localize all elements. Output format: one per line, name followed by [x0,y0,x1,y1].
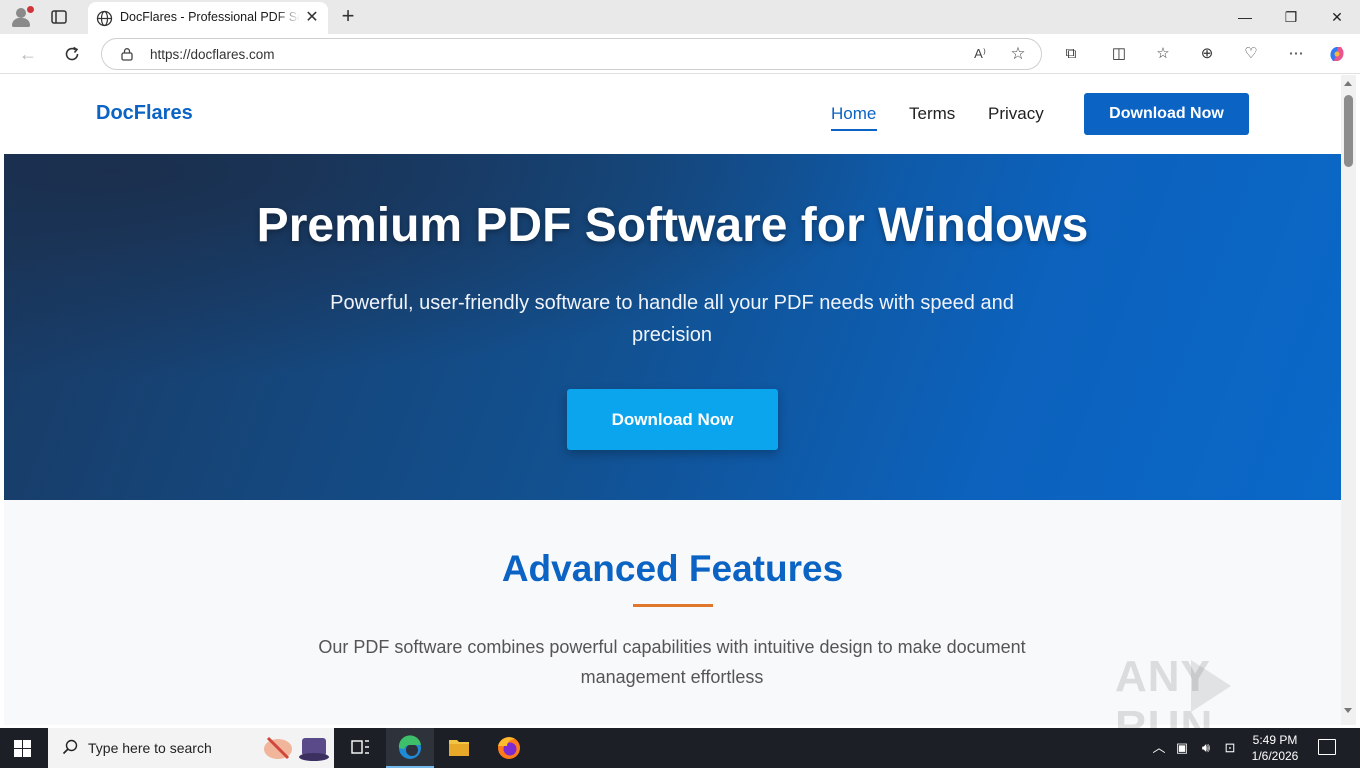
browser-essentials-icon[interactable]: ♡ [1241,44,1261,64]
split-screen-icon[interactable]: ◫ [1109,44,1129,64]
scroll-thumb[interactable] [1344,95,1353,167]
restore-button[interactable]: ❐ [1268,0,1314,34]
nav-active-indicator [831,129,877,131]
minimize-button[interactable]: — [1222,0,1268,34]
tab-title: DocFlares - Professional PDF Software [120,10,300,24]
tray-overflow-chevron-icon[interactable]: ︿ [1150,739,1168,757]
refresh-icon[interactable] [60,42,84,66]
features-description: Our PDF software combines powerful capab… [318,637,1026,687]
task-view-icon[interactable] [336,728,384,768]
tab-actions-icon[interactable] [50,8,68,26]
nav-privacy[interactable]: Privacy [988,104,1044,124]
taskbar-clock[interactable]: 5:49 PM 1/6/2026 [1244,732,1306,764]
meet-now-icon[interactable]: ▣ [1173,739,1191,757]
features-divider [633,604,713,607]
lock-icon[interactable] [120,47,134,61]
favorites-icon[interactable]: ☆ [1153,44,1173,64]
scroll-up-arrow-icon[interactable] [1344,81,1352,86]
search-icon [62,739,78,755]
hero-section: Premium PDF Software for Windows Powerfu… [4,154,1341,500]
collections-icon[interactable]: ⊕ [1197,44,1217,64]
favorite-star-icon[interactable]: ☆ [1008,44,1028,64]
extensions-icon[interactable]: ⧉ [1061,44,1081,64]
back-arrow-icon[interactable]: ← [16,42,40,66]
search-highlight-icon [260,732,330,764]
new-tab-button[interactable]: + [336,5,360,29]
page-scrollbar[interactable] [1341,75,1356,725]
address-bar[interactable]: https://docflares.com A⁾ ☆ [101,38,1042,70]
taskbar-search-box[interactable]: Type here to search [48,728,334,768]
more-options-icon[interactable]: ⋯ [1286,44,1306,64]
hero-title: Premium PDF Software for Windows [256,199,1089,252]
network-icon[interactable]: ⊡ [1221,739,1239,757]
browser-toolbar: ← https://docflares.com A⁾ ☆ ⧉ ◫ ☆ ⊕ ♡ ⋯ [0,34,1360,74]
browser-tab-active[interactable]: DocFlares - Professional PDF Software ✕ [88,2,328,34]
search-placeholder: Type here to search [88,740,212,756]
notification-center-icon[interactable] [1318,739,1336,755]
hero-download-button[interactable]: Download Now [567,389,778,450]
close-tab-icon[interactable]: ✕ [302,8,322,28]
scroll-down-arrow-icon[interactable] [1344,708,1352,713]
windows-start-icon[interactable] [14,740,31,757]
play-logo-icon [1191,660,1231,712]
site-header: DocFlares Home Terms Privacy Download No… [4,75,1341,154]
features-title: Advanced Features [501,548,844,589]
close-window-button[interactable]: ✕ [1314,0,1360,34]
file-explorer-icon[interactable] [435,728,483,768]
anyrun-watermark: ANY RUN [1115,652,1315,751]
copilot-icon[interactable] [1327,44,1347,64]
header-download-button[interactable]: Download Now [1084,93,1249,135]
clock-date: 1/6/2026 [1251,749,1299,763]
nav-terms[interactable]: Terms [909,104,955,124]
windows-taskbar: Type here to search ︿ ▣ 🔊︎ ⊡ 5:49 PM 1/6… [0,728,1360,768]
url-text[interactable]: https://docflares.com [150,47,275,62]
globe-icon [96,10,113,27]
hero-subtitle: Powerful, user-friendly software to hand… [330,292,1014,346]
clock-time: 5:49 PM [1252,733,1298,747]
browser-tab-bar: DocFlares - Professional PDF Software ✕ … [0,0,1360,34]
site-logo[interactable]: DocFlares [96,102,193,125]
page-viewport: DocFlares Home Terms Privacy Download No… [4,75,1341,725]
edge-browser-icon[interactable] [386,728,434,768]
nav-home[interactable]: Home [831,104,876,124]
read-aloud-icon[interactable]: A⁾ [970,44,990,64]
volume-icon[interactable]: 🔊︎ [1197,739,1215,757]
profile-avatar-icon[interactable] [8,5,34,29]
firefox-icon[interactable] [485,728,533,768]
